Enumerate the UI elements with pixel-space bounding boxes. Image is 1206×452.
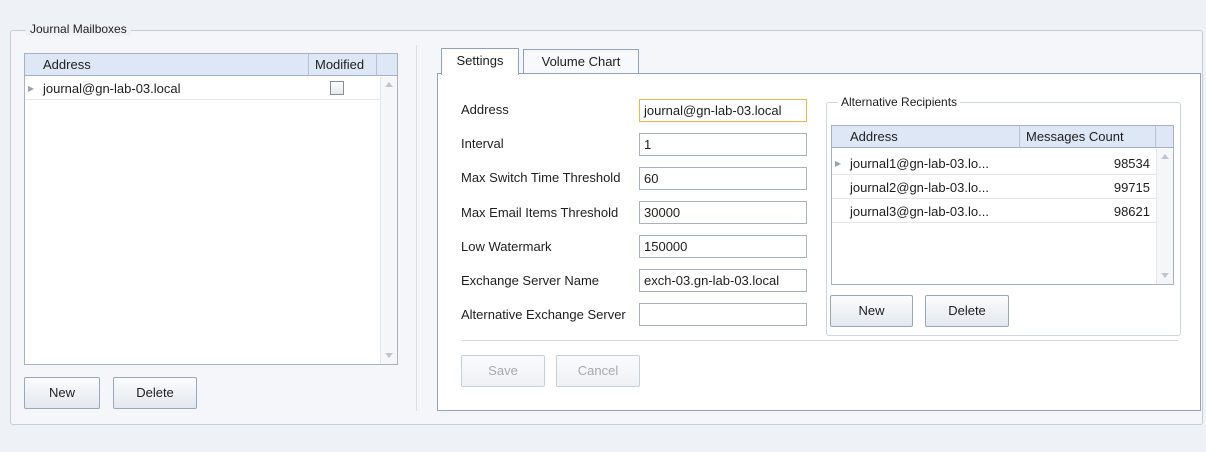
divider [461, 340, 1178, 341]
vertical-scrollbar[interactable] [1156, 149, 1173, 284]
recipient-count-cell[interactable]: 98621 [1020, 200, 1156, 223]
exchange-server-name-field[interactable]: exch-03.gn-lab-03.local [639, 269, 807, 292]
low-watermark-label: Low Watermark [461, 239, 552, 254]
delete-mailbox-button[interactable]: Delete [113, 377, 197, 409]
recipients-grid: Address Messages Count ▶ journal1@gn-lab… [831, 125, 1174, 285]
save-button[interactable]: Save [461, 355, 545, 387]
mailbox-address-cell[interactable]: journal@gn-lab-03.local [37, 77, 309, 100]
interval-field[interactable]: 1 [639, 133, 807, 156]
recipient-address-cell[interactable]: journal2@gn-lab-03.lo... [844, 176, 1020, 199]
row-indicator-icon: ▶ [27, 84, 35, 93]
delete-recipient-button[interactable]: Delete [925, 295, 1009, 327]
column-header-modified[interactable]: Modified [309, 54, 377, 76]
mailboxes-grid: Address Modified ▶ journal@gn-lab-03.loc… [24, 53, 398, 365]
alternative-exchange-server-label: Alternative Exchange Server [461, 307, 626, 322]
cancel-button[interactable]: Cancel [556, 355, 640, 387]
scroll-up-icon[interactable] [385, 82, 393, 87]
recipient-address-cell[interactable]: journal1@gn-lab-03.lo... [844, 152, 1020, 175]
table-row[interactable]: journal2@gn-lab-03.lo... 99715 [832, 176, 1156, 199]
max-switch-time-threshold-label: Max Switch Time Threshold [461, 170, 621, 185]
recipient-count-cell[interactable]: 98534 [1020, 152, 1156, 175]
grid-header: Address Modified [25, 54, 397, 76]
new-recipient-button[interactable]: New [830, 295, 913, 327]
column-header-messages-count[interactable]: Messages Count [1020, 126, 1156, 148]
max-switch-time-threshold-field[interactable]: 60 [639, 167, 807, 190]
column-header-address[interactable]: Address [37, 54, 309, 76]
vertical-scrollbar[interactable] [380, 77, 397, 364]
alternative-recipients-legend: Alternative Recipients [838, 95, 961, 109]
max-email-items-threshold-field[interactable]: 30000 [639, 201, 807, 224]
modified-checkbox[interactable] [330, 81, 344, 95]
new-mailbox-button[interactable]: New [24, 377, 100, 409]
table-row[interactable]: ▶ journal1@gn-lab-03.lo... 98534 [832, 152, 1156, 175]
column-header-address[interactable]: Address [844, 126, 1020, 148]
recipient-address-cell[interactable]: journal3@gn-lab-03.lo... [844, 200, 1020, 223]
journal-mailboxes-legend: Journal Mailboxes [26, 22, 131, 36]
splitter[interactable] [416, 45, 417, 411]
tab-volume-chart[interactable]: Volume Chart [523, 49, 639, 74]
scroll-down-icon[interactable] [385, 353, 393, 358]
low-watermark-field[interactable]: 150000 [639, 235, 807, 258]
recipient-count-cell[interactable]: 99715 [1020, 176, 1156, 199]
row-indicator-icon: ▶ [834, 159, 842, 168]
interval-label: Interval [461, 136, 504, 151]
address-field[interactable]: journal@gn-lab-03.local [639, 99, 807, 122]
scroll-down-icon[interactable] [1161, 273, 1169, 278]
address-label: Address [461, 102, 509, 117]
max-email-items-threshold-label: Max Email Items Threshold [461, 205, 619, 220]
table-row[interactable]: ▶ journal@gn-lab-03.local [25, 77, 380, 100]
tab-settings[interactable]: Settings [441, 48, 519, 75]
alternative-exchange-server-field[interactable] [639, 303, 807, 326]
scroll-up-icon[interactable] [1161, 154, 1169, 159]
table-row[interactable]: journal3@gn-lab-03.lo... 98621 [832, 200, 1156, 223]
exchange-server-name-label: Exchange Server Name [461, 273, 600, 288]
recipients-grid-header: Address Messages Count [832, 126, 1173, 148]
